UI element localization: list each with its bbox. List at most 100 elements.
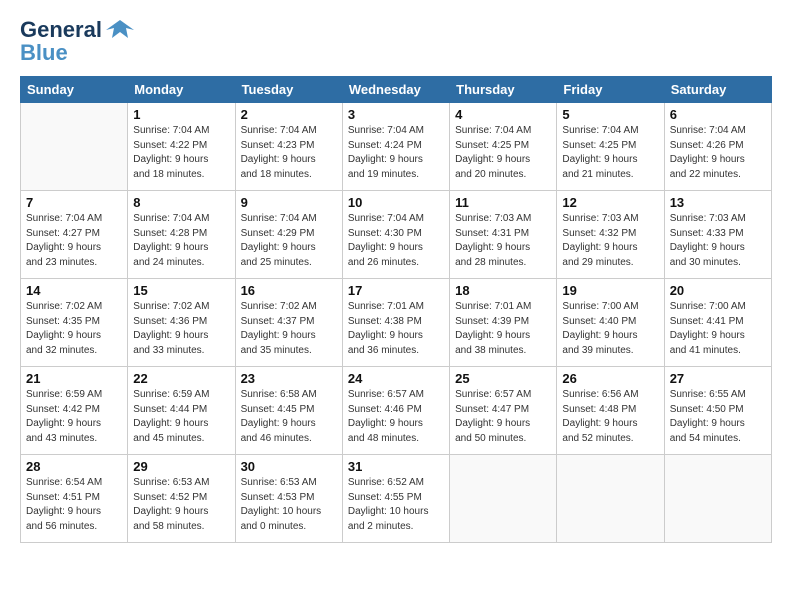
- calendar-cell: 14Sunrise: 7:02 AM Sunset: 4:35 PM Dayli…: [21, 279, 128, 367]
- weekday-header-friday: Friday: [557, 77, 664, 103]
- weekday-header-monday: Monday: [128, 77, 235, 103]
- day-info: Sunrise: 6:59 AM Sunset: 4:42 PM Dayligh…: [26, 388, 122, 446]
- calendar-cell: 12Sunrise: 7:03 AM Sunset: 4:32 PM Dayli…: [557, 191, 664, 279]
- day-info: Sunrise: 6:57 AM Sunset: 4:47 PM Dayligh…: [455, 388, 551, 446]
- week-row-4: 21 Sunrise: 6:59 AM Sunset: 4:42 PM Dayli…: [21, 367, 772, 455]
- day-number: 8: [133, 195, 229, 210]
- day-info: Sunrise: 7:04 AM Sunset: 4:22 PM Dayligh…: [133, 124, 229, 182]
- calendar-cell: 24Sunrise: 6:57 AM Sunset: 4:46 PM Dayli…: [342, 367, 449, 455]
- day-number: 5: [562, 107, 658, 122]
- day-info: Sunrise: 6:53 AM Sunset: 4:53 PM Dayligh…: [241, 476, 337, 534]
- day-info: Sunrise: 6:52 AM Sunset: 4:55 PM Dayligh…: [348, 476, 444, 534]
- calendar-cell: 22 Sunrise: 6:59 AM Sunset: 4:44 PM Dayli…: [128, 367, 235, 455]
- day-number: 17: [348, 283, 444, 298]
- day-number: 7: [26, 195, 122, 210]
- day-number: 25: [455, 371, 551, 386]
- calendar-cell: 4 Sunrise: 7:04 AM Sunset: 4:25 PM Daylig…: [450, 103, 557, 191]
- calendar-cell: 25 Sunrise: 6:57 AM Sunset: 4:47 PM Dayli…: [450, 367, 557, 455]
- week-row-1: 1 Sunrise: 7:04 AM Sunset: 4:22 PM Daylig…: [21, 103, 772, 191]
- calendar-table: SundayMondayTuesdayWednesdayThursdayFrid…: [20, 76, 772, 543]
- calendar-cell: [21, 103, 128, 191]
- logo-blue: Blue: [20, 40, 68, 66]
- weekday-header-saturday: Saturday: [664, 77, 771, 103]
- day-info: Sunrise: 7:04 AM Sunset: 4:26 PM Dayligh…: [670, 124, 766, 182]
- day-number: 1: [133, 107, 229, 122]
- calendar-cell: [450, 455, 557, 543]
- day-info: Sunrise: 7:04 AM Sunset: 4:24 PM Dayligh…: [348, 124, 444, 182]
- day-number: 16: [241, 283, 337, 298]
- day-number: 11: [455, 195, 551, 210]
- calendar-cell: 2 Sunrise: 7:04 AM Sunset: 4:23 PM Daylig…: [235, 103, 342, 191]
- calendar-cell: 17 Sunrise: 7:01 AM Sunset: 4:38 PM Dayli…: [342, 279, 449, 367]
- calendar-cell: 23 Sunrise: 6:58 AM Sunset: 4:45 PM Dayli…: [235, 367, 342, 455]
- weekday-header-tuesday: Tuesday: [235, 77, 342, 103]
- calendar-cell: [664, 455, 771, 543]
- day-number: 10: [348, 195, 444, 210]
- day-number: 15: [133, 283, 229, 298]
- calendar-cell: 18 Sunrise: 7:01 AM Sunset: 4:39 PM Dayli…: [450, 279, 557, 367]
- page: General Blue SundayMondayTuesdayWednesda…: [0, 0, 792, 612]
- day-number: 23: [241, 371, 337, 386]
- weekday-header-sunday: Sunday: [21, 77, 128, 103]
- day-number: 31: [348, 459, 444, 474]
- week-row-2: 7 Sunrise: 7:04 AM Sunset: 4:27 PM Daylig…: [21, 191, 772, 279]
- calendar-cell: 21 Sunrise: 6:59 AM Sunset: 4:42 PM Dayli…: [21, 367, 128, 455]
- calendar-cell: 15 Sunrise: 7:02 AM Sunset: 4:36 PM Dayli…: [128, 279, 235, 367]
- calendar-cell: 26 Sunrise: 6:56 AM Sunset: 4:48 PM Dayli…: [557, 367, 664, 455]
- calendar-cell: 3 Sunrise: 7:04 AM Sunset: 4:24 PM Daylig…: [342, 103, 449, 191]
- day-info: Sunrise: 7:01 AM Sunset: 4:39 PM Dayligh…: [455, 300, 551, 358]
- day-number: 2: [241, 107, 337, 122]
- day-number: 19: [562, 283, 658, 298]
- day-info: Sunrise: 6:54 AM Sunset: 4:51 PM Dayligh…: [26, 476, 122, 534]
- day-number: 29: [133, 459, 229, 474]
- week-row-3: 14Sunrise: 7:02 AM Sunset: 4:35 PM Dayli…: [21, 279, 772, 367]
- day-number: 28: [26, 459, 122, 474]
- day-info: Sunrise: 7:02 AM Sunset: 4:36 PM Dayligh…: [133, 300, 229, 358]
- day-number: 30: [241, 459, 337, 474]
- day-number: 18: [455, 283, 551, 298]
- day-info: Sunrise: 6:58 AM Sunset: 4:45 PM Dayligh…: [241, 388, 337, 446]
- day-number: 4: [455, 107, 551, 122]
- day-number: 21: [26, 371, 122, 386]
- week-row-5: 28 Sunrise: 6:54 AM Sunset: 4:51 PM Dayli…: [21, 455, 772, 543]
- weekday-header-wednesday: Wednesday: [342, 77, 449, 103]
- calendar-cell: 1 Sunrise: 7:04 AM Sunset: 4:22 PM Daylig…: [128, 103, 235, 191]
- calendar-cell: 13 Sunrise: 7:03 AM Sunset: 4:33 PM Dayli…: [664, 191, 771, 279]
- day-info: Sunrise: 6:55 AM Sunset: 4:50 PM Dayligh…: [670, 388, 766, 446]
- calendar-cell: 29 Sunrise: 6:53 AM Sunset: 4:52 PM Dayli…: [128, 455, 235, 543]
- calendar-cell: 27 Sunrise: 6:55 AM Sunset: 4:50 PM Dayli…: [664, 367, 771, 455]
- day-number: 27: [670, 371, 766, 386]
- day-number: 9: [241, 195, 337, 210]
- weekday-header-thursday: Thursday: [450, 77, 557, 103]
- day-info: Sunrise: 7:02 AM Sunset: 4:37 PM Dayligh…: [241, 300, 337, 358]
- calendar-cell: 11Sunrise: 7:03 AM Sunset: 4:31 PM Dayli…: [450, 191, 557, 279]
- calendar-cell: 28 Sunrise: 6:54 AM Sunset: 4:51 PM Dayli…: [21, 455, 128, 543]
- day-number: 3: [348, 107, 444, 122]
- calendar-cell: [557, 455, 664, 543]
- day-info: Sunrise: 6:56 AM Sunset: 4:48 PM Dayligh…: [562, 388, 658, 446]
- calendar-cell: 7 Sunrise: 7:04 AM Sunset: 4:27 PM Daylig…: [21, 191, 128, 279]
- day-number: 22: [133, 371, 229, 386]
- calendar-cell: 6 Sunrise: 7:04 AM Sunset: 4:26 PM Daylig…: [664, 103, 771, 191]
- day-info: Sunrise: 7:03 AM Sunset: 4:32 PM Dayligh…: [562, 212, 658, 270]
- day-info: Sunrise: 7:02 AM Sunset: 4:35 PM Dayligh…: [26, 300, 122, 358]
- day-info: Sunrise: 7:04 AM Sunset: 4:23 PM Dayligh…: [241, 124, 337, 182]
- day-info: Sunrise: 7:04 AM Sunset: 4:30 PM Dayligh…: [348, 212, 444, 270]
- logo-bird-icon: [106, 16, 134, 44]
- day-info: Sunrise: 7:03 AM Sunset: 4:33 PM Dayligh…: [670, 212, 766, 270]
- day-info: Sunrise: 6:53 AM Sunset: 4:52 PM Dayligh…: [133, 476, 229, 534]
- calendar-cell: 10 Sunrise: 7:04 AM Sunset: 4:30 PM Dayli…: [342, 191, 449, 279]
- day-number: 13: [670, 195, 766, 210]
- logo: General Blue: [20, 16, 134, 66]
- day-number: 26: [562, 371, 658, 386]
- calendar-cell: 5Sunrise: 7:04 AM Sunset: 4:25 PM Daylig…: [557, 103, 664, 191]
- day-info: Sunrise: 7:04 AM Sunset: 4:28 PM Dayligh…: [133, 212, 229, 270]
- day-number: 6: [670, 107, 766, 122]
- day-info: Sunrise: 7:04 AM Sunset: 4:29 PM Dayligh…: [241, 212, 337, 270]
- day-info: Sunrise: 7:04 AM Sunset: 4:25 PM Dayligh…: [455, 124, 551, 182]
- day-info: Sunrise: 6:59 AM Sunset: 4:44 PM Dayligh…: [133, 388, 229, 446]
- day-number: 20: [670, 283, 766, 298]
- day-info: Sunrise: 7:01 AM Sunset: 4:38 PM Dayligh…: [348, 300, 444, 358]
- calendar-cell: 8 Sunrise: 7:04 AM Sunset: 4:28 PM Daylig…: [128, 191, 235, 279]
- day-info: Sunrise: 7:04 AM Sunset: 4:27 PM Dayligh…: [26, 212, 122, 270]
